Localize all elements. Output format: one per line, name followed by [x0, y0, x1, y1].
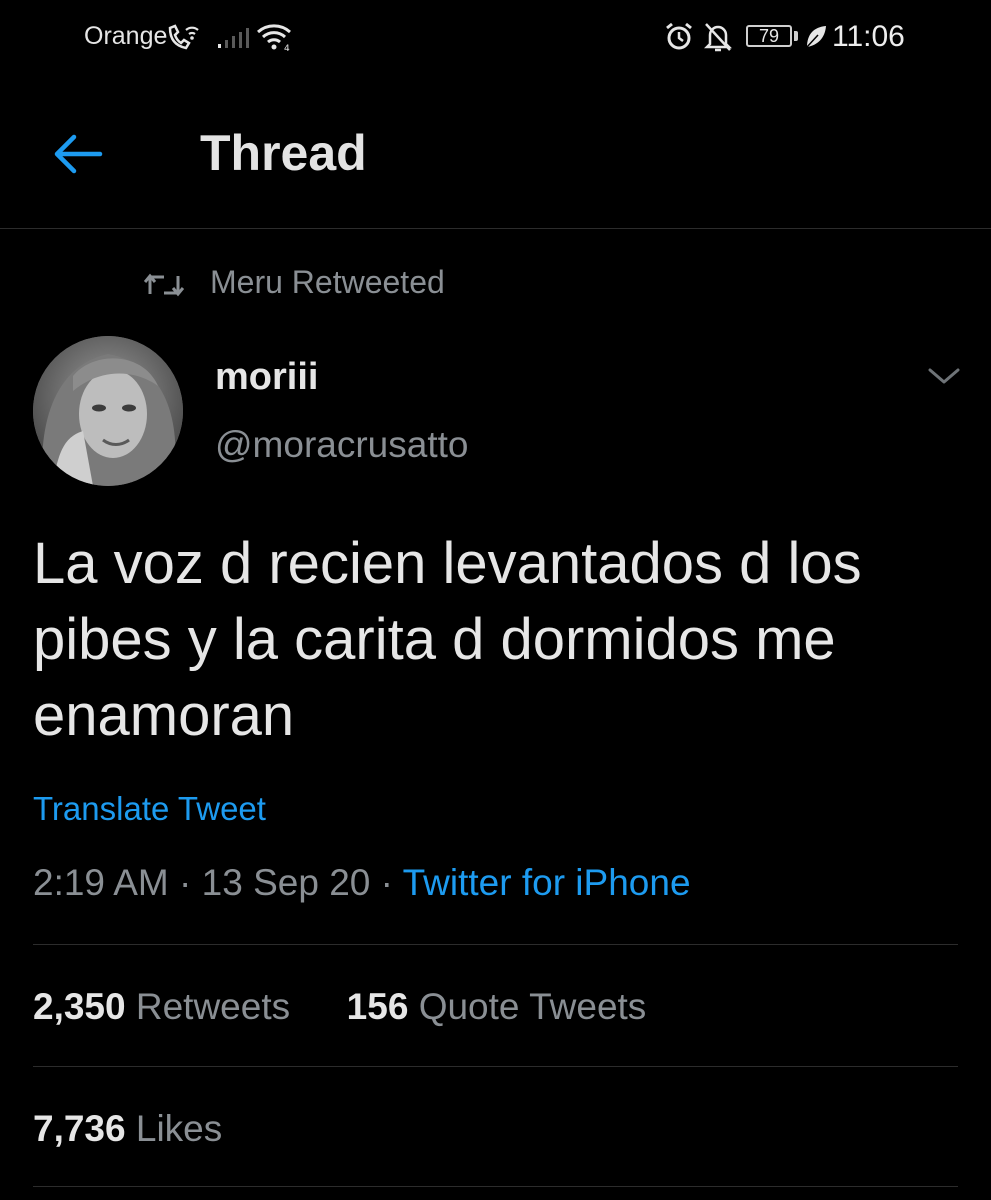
likes-stat[interactable]: 7,736 Likes [33, 1108, 222, 1149]
tweet-time: 2:19 AM [33, 862, 169, 903]
battery-tip [794, 31, 798, 41]
carrier-name: Orange [84, 22, 168, 50]
chevron-down-icon[interactable] [926, 364, 962, 393]
retweets-stat[interactable]: 2,350 Retweets [33, 986, 300, 1027]
author-handle[interactable]: @moracrusatto [215, 424, 468, 466]
author-display-name[interactable]: moriii [215, 356, 318, 399]
leaf-icon [804, 24, 828, 55]
bell-off-icon [703, 22, 733, 57]
tweet-source-link[interactable]: Twitter for iPhone [403, 862, 691, 903]
tweet-text-line: La voz d recien levantados d los [33, 531, 862, 596]
tweet-date: 13 Sep 20 [201, 862, 371, 903]
battery-icon: 79 [746, 25, 792, 47]
meta-separator: · [380, 862, 393, 903]
likes-label: Likes [135, 1108, 223, 1149]
quote-tweets-label: Quote Tweets [418, 986, 647, 1027]
status-bar: Orange 4 79 11:06 [0, 0, 991, 76]
tweet-text: La voz d recien levantados d los pibes y… [33, 526, 953, 754]
divider [33, 1066, 958, 1067]
tweet-text-line: pibes y la carita d dormidos me [33, 607, 836, 672]
status-clock: 11:06 [832, 20, 905, 53]
quote-tweets-stat[interactable]: 156 Quote Tweets [347, 986, 647, 1027]
page-title: Thread [200, 125, 367, 181]
retweets-count: 2,350 [33, 986, 126, 1027]
tweet-text-line: enamoran [33, 683, 295, 748]
signal-icon [218, 26, 250, 53]
quote-tweets-count: 156 [346, 986, 409, 1027]
retweet-icon [143, 272, 185, 303]
likes-count: 7,736 [33, 1108, 126, 1149]
likes-stats-row: 7,736 Likes [33, 1108, 222, 1150]
app-header: Thread [0, 80, 991, 228]
avatar[interactable] [33, 336, 183, 486]
translate-tweet-link[interactable]: Translate Tweet [33, 790, 266, 828]
arrow-left-icon[interactable] [52, 132, 104, 181]
retweeted-by-label[interactable]: Meru Retweeted [210, 264, 445, 301]
svg-text:4: 4 [284, 44, 290, 52]
retweets-label: Retweets [135, 986, 291, 1027]
wifi-calling-icon [166, 22, 202, 57]
header-divider [0, 228, 991, 229]
tweet-metadata: 2:19 AM · 13 Sep 20 · Twitter for iPhone [33, 862, 691, 904]
tweet-stats-row: 2,350 Retweets 156 Quote Tweets [33, 986, 646, 1028]
wifi-icon: 4 [256, 22, 294, 57]
divider [33, 944, 958, 945]
meta-separator: · [179, 862, 192, 903]
alarm-icon [664, 22, 694, 57]
divider [33, 1186, 958, 1187]
